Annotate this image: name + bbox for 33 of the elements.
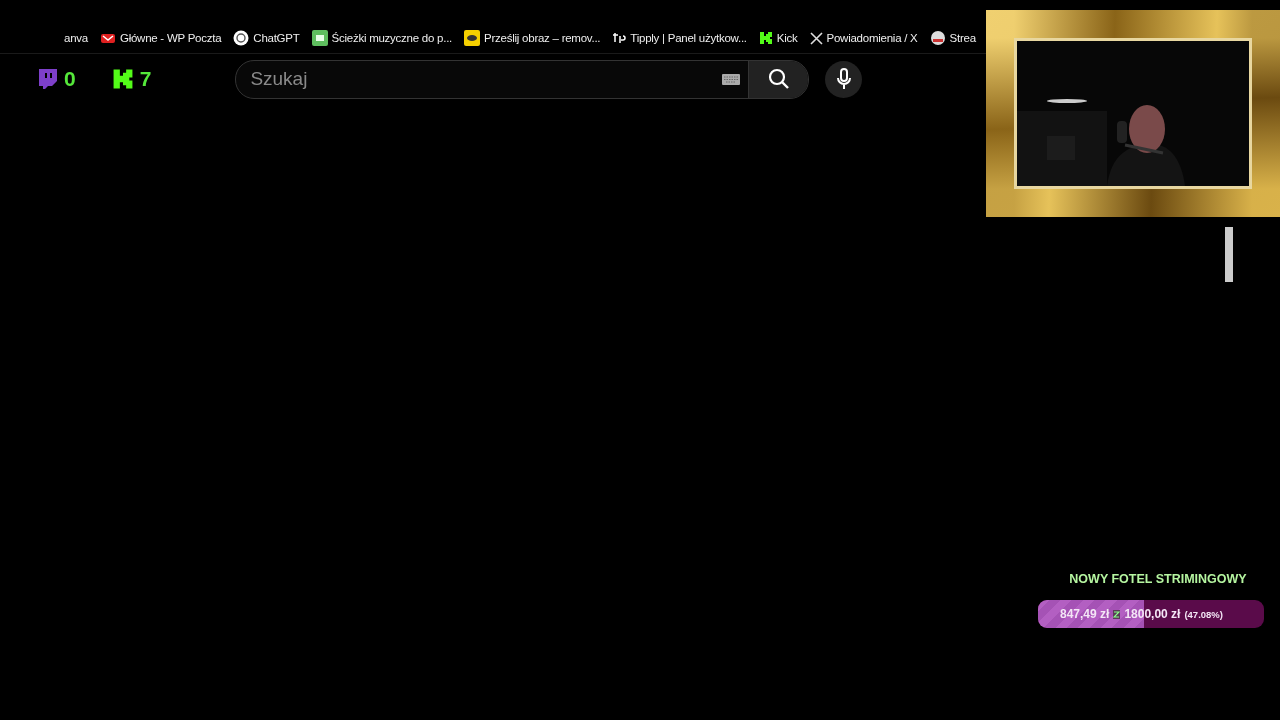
bookmark-item[interactable]: ChatGPT xyxy=(227,30,306,46)
envelope-icon xyxy=(99,31,116,45)
coin-icon xyxy=(1113,609,1121,619)
follower-count: 0 xyxy=(64,67,76,91)
scrollbar-thumb[interactable] xyxy=(1225,227,1233,282)
search-icon xyxy=(767,68,790,90)
bookmark-item[interactable]: anva xyxy=(58,32,94,44)
bookmark-item[interactable]: Ścieżki muzyczne do p... xyxy=(305,30,459,46)
small-logo-icon xyxy=(612,33,627,43)
round-logo-icon xyxy=(929,30,946,46)
current-amount: 847,49 zł xyxy=(1060,607,1110,621)
search-field[interactable]: Szukaj xyxy=(236,60,723,98)
bookmark-item[interactable]: Strea xyxy=(923,30,982,46)
bookmark-item[interactable]: Tipply | Panel użytkow... xyxy=(606,32,753,44)
bookmark-item[interactable]: Prześlij obraz – remov... xyxy=(458,30,607,46)
microphone-button[interactable] xyxy=(825,60,863,98)
goal-percent: (47.08%) xyxy=(1184,608,1223,620)
bookmark-item[interactable]: Główne - WP Poczta xyxy=(93,31,228,45)
twitch-logo-icon xyxy=(36,68,58,90)
x-logo-icon xyxy=(809,31,823,45)
microphone-icon xyxy=(835,68,852,90)
square-logo-icon xyxy=(464,30,481,46)
search-bar[interactable]: Szukaj xyxy=(235,59,810,99)
bookmark-item[interactable]: Powiadomienia / X xyxy=(803,31,924,45)
keyboard-icon[interactable] xyxy=(722,73,741,85)
follower-count: 7 xyxy=(139,67,152,91)
k-logo-icon xyxy=(111,67,134,91)
bookmark-item[interactable]: Kick xyxy=(752,31,804,45)
search-button[interactable] xyxy=(748,60,809,98)
square-logo-icon xyxy=(311,30,328,46)
target-amount: 1800,00 zł xyxy=(1124,607,1181,621)
k-logo-icon xyxy=(758,31,773,45)
goal-title: NOWY FOTEL STRIMINGOWY xyxy=(1069,572,1247,586)
